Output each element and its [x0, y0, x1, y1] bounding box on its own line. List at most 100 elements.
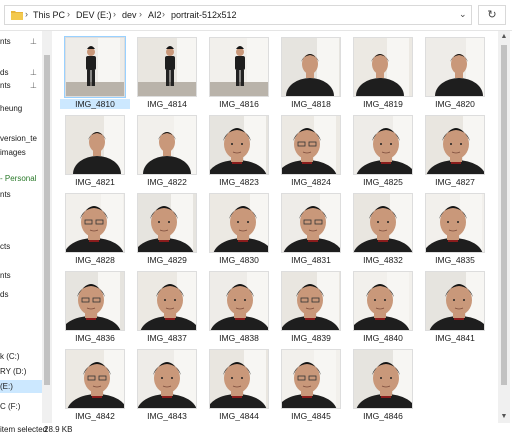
photo-thumbnail: [210, 194, 268, 252]
file-item[interactable]: IMG_4835: [420, 190, 490, 268]
file-item[interactable]: IMG_4831: [276, 190, 346, 268]
file-item[interactable]: IMG_4839: [276, 268, 346, 346]
breadcrumb-separator: ›: [162, 9, 165, 19]
content-scrollbar[interactable]: ▲ ▼: [498, 31, 510, 423]
nav-item[interactable]: ds ⊥: [0, 66, 42, 79]
nav-scrollbar-thumb[interactable]: [44, 55, 50, 385]
photo-thumbnail: [66, 38, 124, 96]
file-item[interactable]: IMG_4841: [420, 268, 490, 346]
file-item[interactable]: IMG_4816: [204, 34, 274, 112]
nav-item-label: - Personal: [0, 174, 37, 183]
file-thumbnail: [281, 193, 341, 253]
selection-size: 28.9 KB: [44, 425, 73, 434]
file-item[interactable]: IMG_4821: [60, 112, 130, 190]
nav-item[interactable]: heung: [0, 102, 42, 115]
breadcrumb-dev-drive[interactable]: DEV (E:): [76, 10, 112, 20]
file-item[interactable]: IMG_4838: [204, 268, 274, 346]
scroll-up-icon[interactable]: ▲: [498, 31, 510, 43]
nav-item-label: nts: [0, 81, 11, 90]
file-name: IMG_4818: [291, 99, 331, 109]
file-item[interactable]: IMG_4825: [348, 112, 418, 190]
refresh-button[interactable]: ↻: [478, 5, 506, 25]
nav-item[interactable]: nts: [0, 269, 42, 282]
nav-item-label: version_te: [0, 134, 37, 143]
nav-item[interactable]: nts ⊥: [0, 35, 42, 48]
file-item[interactable]: IMG_4819: [348, 34, 418, 112]
nav-item[interactable]: - Personal: [0, 172, 42, 185]
file-item[interactable]: IMG_4843: [132, 346, 202, 423]
nav-item[interactable]: cts: [0, 240, 42, 253]
file-item[interactable]: IMG_4822: [132, 112, 202, 190]
file-item[interactable]: IMG_4810: [60, 34, 130, 112]
file-item[interactable]: IMG_4820: [420, 34, 490, 112]
file-thumbnail: [65, 115, 125, 175]
file-item[interactable]: IMG_4827: [420, 112, 490, 190]
file-name: IMG_4824: [291, 177, 331, 187]
file-item[interactable]: IMG_4844: [204, 346, 274, 423]
file-name: IMG_4821: [75, 177, 115, 187]
file-name: IMG_4832: [363, 255, 403, 265]
photo-thumbnail: [66, 272, 124, 330]
photo-thumbnail: [282, 272, 340, 330]
breadcrumb-dev[interactable]: dev: [122, 10, 137, 20]
file-item[interactable]: IMG_4836: [60, 268, 130, 346]
file-item[interactable]: IMG_4828: [60, 190, 130, 268]
file-item[interactable]: IMG_4814: [132, 34, 202, 112]
nav-item-label: images: [0, 148, 26, 157]
nav-item[interactable]: nts: [0, 188, 42, 201]
file-item[interactable]: IMG_4818: [276, 34, 346, 112]
file-thumbnail: [353, 37, 413, 97]
file-item[interactable]: IMG_4830: [204, 190, 274, 268]
nav-item-label: k (C:): [0, 352, 20, 361]
nav-item[interactable]: k (C:): [0, 350, 42, 363]
file-thumbnail: [425, 193, 485, 253]
file-item[interactable]: IMG_4840: [348, 268, 418, 346]
breadcrumb-separator: ›: [25, 9, 28, 19]
file-name: IMG_4819: [363, 99, 403, 109]
photo-thumbnail: [354, 194, 412, 252]
file-name: IMG_4825: [363, 177, 403, 187]
file-item[interactable]: IMG_4824: [276, 112, 346, 190]
breadcrumb-portrait-folder[interactable]: portrait-512x512: [171, 10, 237, 20]
nav-item[interactable]: version_te: [0, 132, 42, 145]
file-name: IMG_4845: [291, 411, 331, 421]
photo-thumbnail: [210, 38, 268, 96]
file-item[interactable]: IMG_4837: [132, 268, 202, 346]
file-thumbnail: [65, 193, 125, 253]
scroll-down-icon[interactable]: ▼: [498, 411, 510, 423]
nav-item[interactable]: ds: [0, 288, 42, 301]
file-item[interactable]: IMG_4842: [60, 346, 130, 423]
file-item[interactable]: IMG_4823: [204, 112, 274, 190]
file-thumbnail: [137, 115, 197, 175]
chevron-down-icon[interactable]: ⌄: [459, 9, 467, 20]
file-thumbnail: [209, 115, 269, 175]
file-name: IMG_4823: [219, 177, 259, 187]
file-thumbnail: [281, 115, 341, 175]
file-name: IMG_4837: [147, 333, 187, 343]
file-name: IMG_4839: [291, 333, 331, 343]
address-box[interactable]: › This PC › DEV (E:) › dev › AI2 › portr…: [4, 5, 472, 25]
file-name: IMG_4836: [75, 333, 115, 343]
photo-thumbnail: [66, 116, 124, 174]
file-thumbnail: [209, 349, 269, 409]
nav-item[interactable]: (E:): [0, 380, 42, 393]
nav-scrollbar[interactable]: [42, 31, 52, 423]
pin-icon: ⊥: [30, 68, 37, 77]
photo-thumbnail: [282, 116, 340, 174]
file-item[interactable]: IMG_4829: [132, 190, 202, 268]
breadcrumb-ai2[interactable]: AI2: [148, 10, 162, 20]
file-name: IMG_4827: [435, 177, 475, 187]
photo-thumbnail: [66, 350, 124, 408]
file-item[interactable]: IMG_4846: [348, 346, 418, 423]
photo-thumbnail: [426, 194, 484, 252]
nav-item[interactable]: images: [0, 146, 42, 159]
breadcrumb-this-pc[interactable]: This PC: [33, 10, 65, 20]
nav-item[interactable]: RY (D:): [0, 365, 42, 378]
file-name: IMG_4822: [147, 177, 187, 187]
nav-item[interactable]: nts ⊥: [0, 79, 42, 92]
nav-item[interactable]: C (F:): [0, 400, 42, 413]
content-scrollbar-thumb[interactable]: [501, 45, 507, 385]
file-name: IMG_4831: [291, 255, 331, 265]
file-item[interactable]: IMG_4845: [276, 346, 346, 423]
file-item[interactable]: IMG_4832: [348, 190, 418, 268]
